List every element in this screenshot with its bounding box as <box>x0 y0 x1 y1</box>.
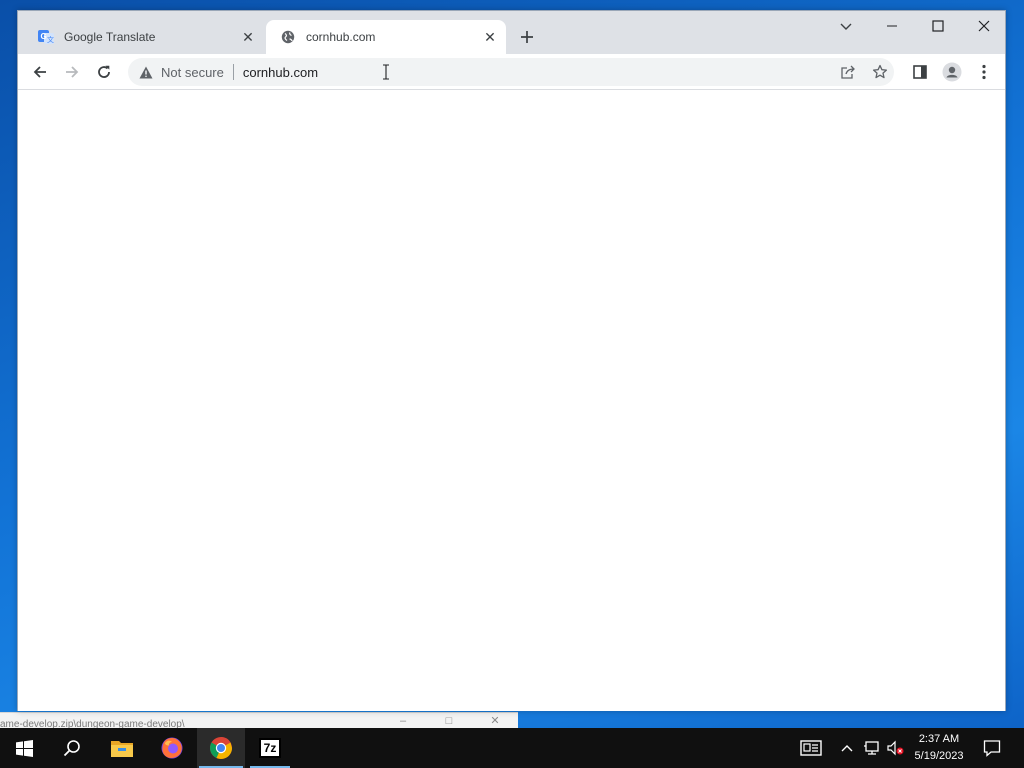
7zip-icon-label: 7z <box>263 741 277 755</box>
file-explorer-icon <box>111 741 133 757</box>
warning-icon[interactable] <box>138 64 154 80</box>
7zip-button[interactable]: 7z <box>246 728 294 768</box>
minimize-button[interactable] <box>869 11 915 41</box>
tab-search-icon <box>840 23 852 30</box>
background-close-icon[interactable]: ✕ <box>490 716 500 727</box>
forward-button[interactable] <box>58 58 86 86</box>
text-cursor-icon <box>382 64 390 83</box>
close-icon <box>978 20 990 32</box>
chrome-icon <box>210 737 232 759</box>
svg-text:G: G <box>41 32 47 41</box>
file-explorer-button[interactable] <box>98 728 146 768</box>
tab-title: Google Translate <box>64 30 156 44</box>
search-button[interactable] <box>48 728 96 768</box>
reload-icon <box>98 65 110 78</box>
reload-button[interactable] <box>90 58 118 86</box>
notifications-icon[interactable] <box>980 728 1004 768</box>
volume-muted-icon[interactable] <box>884 728 906 768</box>
star-icon[interactable] <box>866 62 894 82</box>
arrow-left-icon <box>33 66 46 78</box>
clock-date: 5/19/2023 <box>914 750 964 762</box>
close-window-button[interactable] <box>961 11 1007 41</box>
clock-time: 2:37 AM <box>918 733 960 745</box>
background-window-path: ame-develop.zip\dungeon-game-develop\ <box>0 719 185 728</box>
tab-strip: G 文 Google Translate ✕ cornhub.com ✕ <box>18 11 1005 54</box>
new-tab-button[interactable] <box>516 26 538 48</box>
browser-window: G 文 Google Translate ✕ cornhub.com ✕ Not… <box>17 10 1006 711</box>
profile-icon <box>942 62 962 82</box>
back-button[interactable] <box>26 58 54 86</box>
firefox-button[interactable] <box>148 728 196 768</box>
globe-icon <box>280 29 296 45</box>
taskbar: 7z 2:37 AM 5/19/2023 <box>0 728 1024 768</box>
google-translate-icon: G 文 <box>38 29 54 45</box>
minimize-icon <box>887 25 897 27</box>
tab-cornhub[interactable]: cornhub.com ✕ <box>266 20 506 54</box>
tab-close-icon[interactable]: ✕ <box>238 27 258 47</box>
maximize-button[interactable] <box>915 11 961 41</box>
background-maximize-icon[interactable]: □ <box>444 716 454 727</box>
browser-toolbar: Not secure cornhub.com <box>18 54 1005 90</box>
menu-icon <box>982 64 986 80</box>
menu-button[interactable] <box>970 58 998 86</box>
profile-button[interactable] <box>938 58 966 86</box>
background-minimize-icon[interactable]: – <box>398 716 408 727</box>
background-window[interactable]: ame-develop.zip\dungeon-game-develop\ – … <box>0 712 518 728</box>
tab-title: cornhub.com <box>306 30 376 44</box>
chrome-button[interactable] <box>197 728 245 768</box>
url-text[interactable]: cornhub.com <box>243 65 318 80</box>
firefox-icon <box>161 737 183 759</box>
arrow-right-icon <box>66 66 79 78</box>
security-label[interactable]: Not secure <box>161 65 224 80</box>
network-icon[interactable] <box>860 728 882 768</box>
tab-search-button[interactable] <box>823 11 869 41</box>
chevron-up-icon[interactable] <box>836 728 858 768</box>
page-viewport[interactable] <box>18 91 1005 711</box>
search-icon <box>63 740 80 757</box>
side-panel-icon <box>913 65 927 79</box>
tab-close-icon[interactable]: ✕ <box>480 27 500 47</box>
side-panel-button[interactable] <box>906 58 934 86</box>
windows-start-icon <box>15 739 33 757</box>
news-widget-icon[interactable] <box>799 728 823 768</box>
omnibox-divider <box>232 64 234 80</box>
share-icon[interactable] <box>834 62 862 82</box>
7zip-icon: 7z <box>259 738 281 758</box>
start-button[interactable] <box>0 728 48 768</box>
clock[interactable]: 2:37 AM 5/19/2023 <box>906 731 972 765</box>
plus-icon <box>521 31 533 43</box>
address-bar[interactable]: Not secure cornhub.com <box>128 58 894 86</box>
svg-text:文: 文 <box>47 35 54 44</box>
maximize-icon <box>932 20 944 32</box>
tab-google-translate[interactable]: G 文 Google Translate ✕ <box>24 20 264 54</box>
